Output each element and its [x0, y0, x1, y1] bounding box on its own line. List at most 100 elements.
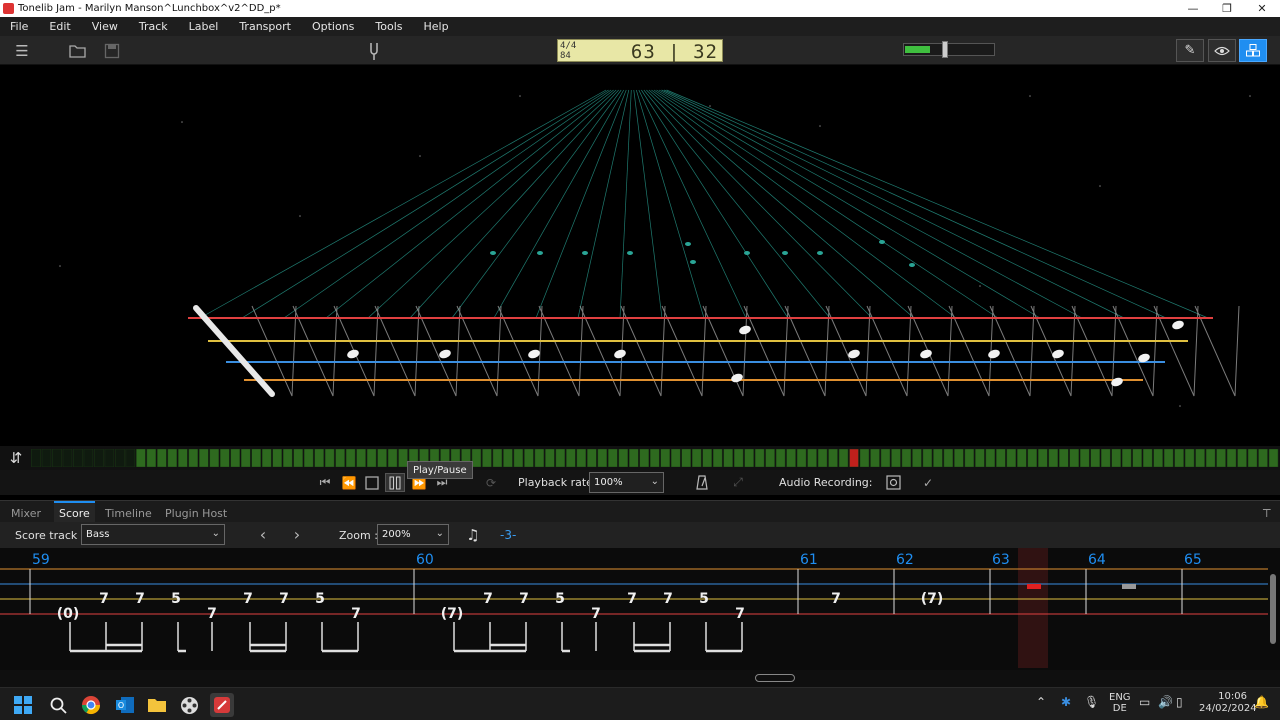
tab-note: 5: [315, 591, 325, 607]
stop-icon[interactable]: [362, 473, 382, 492]
rewind-icon[interactable]: ⏪: [339, 473, 359, 492]
master-volume-slider[interactable]: [903, 41, 995, 58]
panel-resize-handle[interactable]: [755, 674, 795, 682]
fret-markers: [251, 305, 1240, 397]
system-clock[interactable]: 10:06 24/02/2024: [1199, 691, 1257, 715]
fret-line: [663, 89, 1167, 319]
bottom-panel-tabs: Mixer Score Timeline Plugin Host ⊤: [0, 500, 1280, 523]
menu-edit[interactable]: Edit: [39, 20, 70, 33]
previous-icon[interactable]: ‹: [253, 525, 273, 544]
progress-cell: [576, 449, 587, 467]
network-icon[interactable]: ▭: [1139, 695, 1150, 709]
tab-score[interactable]: Score: [54, 501, 95, 523]
edit-mode-pencil-icon[interactable]: ✎: [1176, 39, 1204, 62]
metronome-icon[interactable]: [692, 473, 712, 492]
song-progress-cells[interactable]: [31, 449, 1279, 467]
tonelib-jam-taskbar-icon[interactable]: [210, 693, 234, 717]
3d-fretboard-view[interactable]: [0, 66, 1280, 446]
progress-cell: [1237, 449, 1247, 467]
menu-label[interactable]: Label: [179, 20, 219, 33]
chrome-browser-icon[interactable]: [79, 693, 103, 717]
menu-tools[interactable]: Tools: [365, 20, 402, 33]
open-folder-icon[interactable]: [66, 40, 90, 62]
count-in-icon[interactable]: ⤢: [728, 473, 748, 492]
zoom-select[interactable]: 200% ⌄: [377, 524, 449, 545]
star-dot: [519, 95, 521, 97]
volume-slider-knob[interactable]: [942, 41, 948, 58]
save-icon[interactable]: [100, 40, 124, 62]
language-indicator[interactable]: ENG DE: [1109, 692, 1131, 714]
confirm-check-icon[interactable]: ✓: [918, 473, 938, 492]
windows-start-icon[interactable]: [11, 693, 35, 717]
song-overview-bar[interactable]: ⇵: [0, 446, 1280, 470]
close-button[interactable]: ✕: [1245, 0, 1279, 17]
audio-recording-label: Audio Recording:: [779, 476, 873, 489]
progress-cell: [272, 449, 282, 467]
menu-file[interactable]: File: [0, 20, 28, 33]
panel-collapse-icon[interactable]: ⊤: [1262, 504, 1272, 523]
time-signature-bottom: 84: [560, 51, 571, 61]
outlook-mail-icon[interactable]: O: [113, 693, 137, 717]
progress-cell: [482, 449, 492, 467]
hamburger-menu-icon[interactable]: ☰: [10, 40, 34, 62]
tab-mixer[interactable]: Mixer: [11, 504, 41, 523]
minimize-button[interactable]: —: [1176, 0, 1210, 17]
language-code: ENG: [1109, 692, 1131, 703]
play-pause-icon[interactable]: [385, 473, 405, 492]
playback-rate-select[interactable]: 100% ⌄: [589, 472, 664, 493]
fret-line: [367, 89, 617, 319]
progress-cell: [1006, 449, 1017, 467]
progress-cell: [356, 449, 366, 467]
maximize-button[interactable]: ❐: [1210, 0, 1244, 17]
note-gem: [528, 349, 540, 359]
chevron-up-icon[interactable]: ⌃: [1036, 695, 1046, 709]
tuning-fork-icon[interactable]: [362, 40, 386, 62]
speaker-volume-icon[interactable]: 🔊: [1158, 695, 1173, 709]
tab-note: 7: [483, 591, 493, 607]
record-audio-icon[interactable]: [883, 473, 903, 492]
file-explorer-icon[interactable]: [145, 693, 169, 717]
bluetooth-icon[interactable]: ✱: [1061, 695, 1071, 709]
progress-cell: [1153, 449, 1163, 467]
tab-note: 7: [663, 591, 673, 607]
progress-cell: [335, 449, 345, 467]
progress-cell: [555, 449, 566, 467]
tab-note: (0): [57, 606, 80, 622]
transpose-indicator[interactable]: -3-: [500, 528, 516, 542]
menu-track[interactable]: Track: [129, 20, 168, 33]
progress-cell: [964, 449, 975, 467]
battery-icon[interactable]: ▯: [1176, 695, 1183, 709]
microphone-icon[interactable]: 🎙: [1084, 695, 1099, 709]
menu-transport[interactable]: Transport: [229, 20, 291, 33]
cursor-rest: [1027, 584, 1041, 589]
progress-cell: [1048, 449, 1059, 467]
notification-bell-icon[interactable]: 🔔: [1254, 695, 1269, 709]
progress-cell: [597, 449, 608, 467]
music-note-icon[interactable]: ♫: [463, 525, 483, 544]
progress-cell: [765, 449, 775, 467]
sort-tracks-icon[interactable]: ⇵: [5, 448, 27, 468]
3d-view-cubes-icon[interactable]: [1239, 39, 1267, 62]
media-reel-icon[interactable]: [177, 693, 201, 717]
svg-text:O: O: [118, 701, 124, 710]
search-icon[interactable]: [46, 693, 70, 717]
tab-plugin-host[interactable]: Plugin Host: [165, 504, 227, 523]
fret-line: [409, 89, 619, 319]
score-scrollbar: [1270, 574, 1276, 644]
tab-timeline[interactable]: Timeline: [105, 504, 152, 523]
loop-icon[interactable]: ⟳: [481, 473, 501, 492]
position-display[interactable]: 4/4 84 63 | 32: [557, 39, 723, 63]
menu-help[interactable]: Help: [414, 20, 449, 33]
menu-view[interactable]: View: [82, 20, 118, 33]
playback-rate-value: 100%: [594, 477, 623, 488]
score-track-label: Score track :: [15, 529, 85, 542]
score-tablature[interactable]: 59 60 61 62 63 64 65 (0) 7 7 5 7 7 7 5 7 (7) 7 7 5 7 7 7 5 7 7 (7): [0, 548, 1280, 670]
next-icon[interactable]: ›: [287, 525, 307, 544]
progress-cell: [52, 449, 62, 467]
progress-cell: [660, 449, 670, 467]
menu-options[interactable]: Options: [302, 20, 354, 33]
fret-line: [199, 89, 607, 319]
view-mode-eye-icon[interactable]: [1208, 39, 1236, 62]
score-track-select[interactable]: Bass ⌄: [81, 524, 225, 545]
go-to-start-icon[interactable]: ⏮: [315, 473, 335, 492]
